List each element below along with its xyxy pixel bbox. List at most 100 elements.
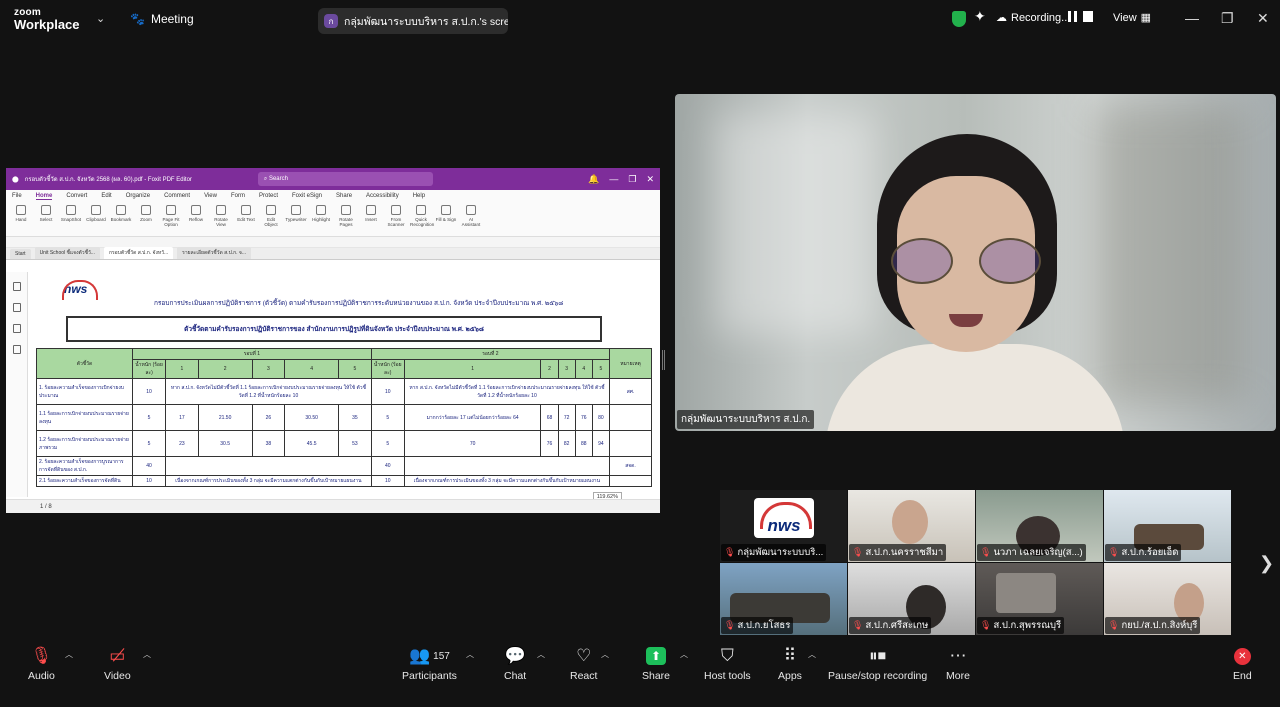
react-chevron-icon[interactable]: ︿ xyxy=(601,649,609,660)
page-indicator[interactable]: 1 / 8 xyxy=(40,504,52,510)
ribbon-button[interactable]: Quick Recognition xyxy=(410,204,434,234)
ribbon-button[interactable]: From Scanner xyxy=(385,204,407,234)
participant-tile[interactable]: 🎙 นวภา เฉลยเจริญ(ส...) xyxy=(976,490,1103,562)
participants-button[interactable]: 👥 157 Participants xyxy=(402,645,457,682)
tab-unit-school[interactable]: Unit School ชี้แจงตัวชี้วั... xyxy=(34,247,100,259)
recording-indicator[interactable]: ☁ Recording... xyxy=(996,11,1070,25)
bell-icon[interactable]: 🔔 xyxy=(588,174,599,185)
pause-stop-recording-button[interactable]: ⏸⏹ Pause/stop recording xyxy=(828,645,927,682)
ribbon-button[interactable]: Edit Object xyxy=(260,204,282,234)
participant-tile[interactable]: 🎙 ส.ป.ก.ร้อยเอ็ด xyxy=(1104,490,1231,562)
apps-chevron-icon[interactable]: ︿ xyxy=(808,649,816,660)
end-button[interactable]: ✕ End xyxy=(1233,645,1252,682)
share-banner-text: กลุ่มพัฒนาระบบบริหาร ส.ป.ก.'s screer xyxy=(344,15,508,28)
screen-share-banner[interactable]: ก กลุ่มพัฒนาระบบบริหาร ส.ป.ก.'s screer ⋯ xyxy=(318,8,508,34)
audio-options-chevron-icon[interactable]: ︿ xyxy=(65,649,73,660)
ribbon-button[interactable]: Insert xyxy=(360,204,382,234)
video-button[interactable]: ▭̸ Video xyxy=(104,645,131,682)
video-options-chevron-icon[interactable]: ︿ xyxy=(143,649,151,660)
menu-accessibility[interactable]: Accessibility xyxy=(366,193,399,199)
ribbon-button[interactable]: Bookmark xyxy=(110,204,132,234)
stop-recording-icon[interactable] xyxy=(1083,11,1093,22)
pdf-close-icon[interactable]: ✕ xyxy=(646,174,654,185)
tab-kpi-details[interactable]: รายละเอียดตัวชี้วัด ส.ป.ก. จ... xyxy=(177,247,252,259)
ribbon-tool-icon xyxy=(41,205,51,215)
pdf-restore-icon[interactable]: ❐ xyxy=(628,174,636,185)
bookmark-panel-icon[interactable] xyxy=(12,282,21,291)
chat-button[interactable]: 💬 Chat xyxy=(504,645,526,682)
participant-tile[interactable]: 🎙 ส.ป.ก.สุพรรณบุรี xyxy=(976,563,1103,635)
encryption-shield-icon[interactable] xyxy=(952,11,966,27)
view-menu[interactable]: View ▦ xyxy=(1113,11,1151,25)
tab-kpi-framework[interactable]: กรอบตัวชี้วัด ส.ป.ก. จังหวั... xyxy=(103,247,174,259)
menu-convert[interactable]: Convert xyxy=(66,193,87,199)
table-cell xyxy=(165,456,372,476)
ribbon-button[interactable]: Reflow xyxy=(185,204,207,234)
ribbon-button[interactable]: Rotate Pages xyxy=(335,204,357,234)
ribbon-button[interactable]: Hand xyxy=(10,204,32,234)
menu-share[interactable]: Share xyxy=(336,193,352,199)
ribbon-button[interactable]: Zoom xyxy=(135,204,157,234)
menu-help[interactable]: Help xyxy=(413,193,425,199)
ribbon-tool-icon xyxy=(291,205,301,215)
active-speaker-video[interactable]: กลุ่มพัฒนาระบบบริหาร ส.ป.ก. xyxy=(675,94,1276,431)
ribbon-button[interactable]: Edit Text xyxy=(235,204,257,234)
ribbon-button[interactable]: Highlight xyxy=(310,204,332,234)
menu-edit[interactable]: Edit xyxy=(101,193,111,199)
menu-foxit-esign[interactable]: Foxit eSign xyxy=(292,193,322,199)
chat-chevron-icon[interactable]: ︿ xyxy=(537,649,545,660)
ribbon-button[interactable]: Rotate View xyxy=(210,204,232,234)
maximize-icon[interactable]: ❐ xyxy=(1221,10,1234,27)
ai-companion-icon[interactable]: ✦ xyxy=(974,8,986,25)
participant-tile[interactable]: 🎙 ส.ป.ก.ยโสธร xyxy=(720,563,847,635)
menu-form[interactable]: Form xyxy=(231,193,245,199)
ribbon-button[interactable]: Page Fit Option xyxy=(160,204,182,234)
table-subheader-cell: 5 xyxy=(591,359,611,379)
close-icon[interactable]: ✕ xyxy=(1257,10,1269,27)
shield-icon: ⛉ xyxy=(720,646,734,665)
participant-tile[interactable]: 🎙 กยป./ส.ป.ก.สิงห์บุรี xyxy=(1104,563,1231,635)
pages-panel-icon[interactable] xyxy=(12,303,21,312)
react-button[interactable]: ♡ React xyxy=(570,645,597,682)
ribbon-button[interactable]: AI Assistant xyxy=(460,204,482,234)
ribbon-tool-icon xyxy=(366,205,376,215)
ribbon-button[interactable]: Clipboard xyxy=(85,204,107,234)
menu-protect[interactable]: Protect xyxy=(259,193,278,199)
pdf-search-input[interactable]: ⌕ Search xyxy=(257,172,433,186)
share-button[interactable]: ⬆ Share xyxy=(642,645,670,682)
comments-panel-icon[interactable] xyxy=(12,324,21,333)
table-cell: 40 xyxy=(131,456,167,476)
ribbon-button[interactable]: SnapShot xyxy=(60,204,82,234)
menu-file[interactable]: File xyxy=(12,193,22,199)
gallery-next-arrow-icon[interactable]: ❯ xyxy=(1259,553,1274,574)
menu-organize[interactable]: Organize xyxy=(126,193,150,199)
splitter-handle[interactable] xyxy=(662,350,665,370)
more-button[interactable]: ⋯ More xyxy=(946,645,970,682)
zoom-workplace-logo[interactable]: zoom Workplace xyxy=(14,8,80,32)
meeting-menu[interactable]: 🐾 Meeting xyxy=(130,12,194,26)
menu-view[interactable]: View xyxy=(204,193,217,199)
participant-tile[interactable]: 🎙 ส.ป.ก.นครราชสีมา xyxy=(848,490,975,562)
share-chevron-icon[interactable]: ︿ xyxy=(680,649,688,660)
pdf-minimize-icon[interactable]: — xyxy=(609,174,618,185)
ribbon-button[interactable]: Fill & Sign xyxy=(435,204,457,234)
ribbon-button[interactable]: Typewriter xyxy=(285,204,307,234)
participant-tile[interactable]: nws 🎙 กลุ่มพัฒนาระบบบริ... xyxy=(720,490,847,562)
pause-recording-icon[interactable] xyxy=(1068,11,1077,22)
end-label: End xyxy=(1233,670,1252,682)
menu-home[interactable]: Home xyxy=(35,193,53,200)
end-meeting-icon: ✕ xyxy=(1233,645,1252,667)
table-cell: 30.50 xyxy=(284,404,340,431)
host-tools-button[interactable]: ⛉ Host tools xyxy=(704,645,751,682)
attachments-panel-icon[interactable] xyxy=(12,345,21,354)
shared-screen-pdf[interactable]: ⬤ กรอบตัวชี้วัด ส.ป.ก. จังหวัด 2568 (ผล.… xyxy=(6,168,660,513)
participant-tile[interactable]: 🎙 ส.ป.ก.ศรีสะเกษ xyxy=(848,563,975,635)
chevron-down-icon[interactable]: ⌄ xyxy=(96,12,105,25)
ribbon-button[interactable]: Select xyxy=(35,204,57,234)
menu-comment[interactable]: Comment xyxy=(164,193,190,199)
audio-button[interactable]: 🎙 Audio xyxy=(28,645,55,682)
minimize-icon[interactable]: — xyxy=(1185,10,1199,26)
tab-start[interactable]: Start xyxy=(10,249,31,259)
participants-chevron-icon[interactable]: ︿ xyxy=(466,649,474,660)
apps-button[interactable]: ⠿ Apps xyxy=(778,645,802,682)
